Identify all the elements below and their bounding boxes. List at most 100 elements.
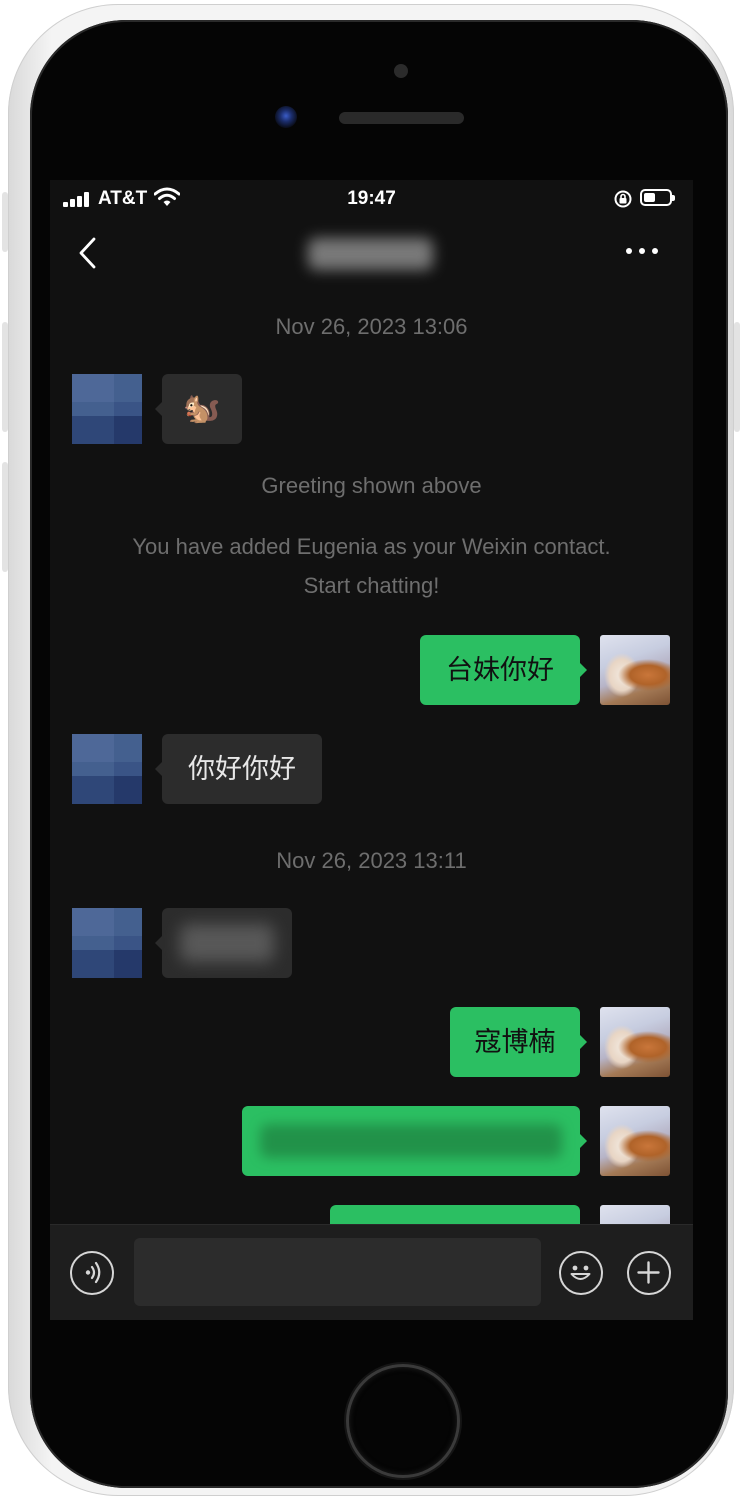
home-button[interactable] bbox=[346, 1364, 460, 1478]
avatar-pixel bbox=[100, 416, 114, 430]
avatar-pixel bbox=[128, 748, 142, 762]
avatar-pixel bbox=[114, 776, 128, 790]
avatar-pixel bbox=[128, 388, 142, 402]
redacted-content bbox=[180, 924, 274, 962]
avatar-pixel bbox=[114, 922, 128, 936]
phone-volume-down bbox=[2, 462, 8, 572]
avatar-pixel bbox=[86, 388, 100, 402]
outgoing-redacted-bubble[interactable] bbox=[242, 1106, 587, 1176]
incoming-message-bubble[interactable]: 你好你好 bbox=[155, 734, 322, 804]
proximity-sensor bbox=[394, 64, 408, 78]
avatar-pixel bbox=[114, 430, 128, 444]
avatar-pixel bbox=[86, 964, 100, 978]
avatar-pixel bbox=[86, 922, 100, 936]
greeting-note: Greeting shown above bbox=[261, 473, 482, 498]
message-timestamp: Nov 26, 2023 13:11 bbox=[276, 848, 467, 873]
avatar-pixel bbox=[128, 402, 142, 416]
contact-added-note: You have added Eugenia as your Weixin co… bbox=[132, 534, 611, 559]
start-chatting-note: Start chatting! bbox=[303, 573, 440, 598]
avatar-pixel bbox=[72, 936, 86, 950]
avatar-pixel bbox=[114, 402, 128, 416]
avatar-pixel bbox=[72, 374, 86, 388]
avatar-pixel bbox=[86, 790, 100, 804]
avatar-pixel bbox=[100, 430, 114, 444]
avatar-pixel bbox=[100, 734, 114, 748]
avatar-pixel bbox=[86, 734, 100, 748]
chevron-left-icon[interactable] bbox=[74, 236, 104, 270]
avatar-pixel bbox=[114, 748, 128, 762]
my-avatar[interactable] bbox=[600, 1106, 670, 1176]
avatar-pixel bbox=[128, 762, 142, 776]
avatar-pixel bbox=[114, 790, 128, 804]
avatar-pixel bbox=[114, 950, 128, 964]
avatar-pixel bbox=[100, 950, 114, 964]
avatar-pixel bbox=[100, 762, 114, 776]
avatar-pixel bbox=[86, 908, 100, 922]
status-time: 19:47 bbox=[347, 188, 396, 209]
avatar-pixel bbox=[114, 936, 128, 950]
message-input[interactable] bbox=[134, 1238, 541, 1306]
avatar-pixel bbox=[128, 734, 142, 748]
contact-name-redacted bbox=[308, 238, 433, 270]
contact-avatar[interactable] bbox=[72, 908, 142, 978]
my-avatar[interactable] bbox=[600, 635, 670, 705]
avatar-pixel bbox=[72, 416, 86, 430]
phone-power-button bbox=[734, 322, 740, 432]
avatar-pixel bbox=[72, 790, 86, 804]
avatar-pixel bbox=[72, 402, 86, 416]
incoming-redacted-bubble[interactable] bbox=[155, 908, 292, 978]
orientation-lock-icon bbox=[614, 190, 632, 208]
avatar-pixel bbox=[86, 374, 100, 388]
avatar-pixel bbox=[114, 374, 128, 388]
message-list[interactable]: Nov 26, 2023 13:06 🐿️ Greeting shown abo… bbox=[50, 286, 693, 1275]
more-dots-icon[interactable] bbox=[626, 248, 660, 258]
earpiece-speaker bbox=[339, 112, 464, 124]
phone-screen: AT&T 19:47 Nov 26, 2023 13:06 🐿️ Greetin… bbox=[50, 180, 693, 1320]
plus-icon[interactable] bbox=[627, 1251, 671, 1295]
avatar-pixel bbox=[72, 776, 86, 790]
avatar-pixel bbox=[114, 964, 128, 978]
avatar-pixel bbox=[128, 964, 142, 978]
battery-icon bbox=[640, 189, 675, 206]
avatar-pixel bbox=[100, 374, 114, 388]
avatar-pixel bbox=[72, 734, 86, 748]
avatar-pixel bbox=[114, 416, 128, 430]
avatar-pixel bbox=[100, 908, 114, 922]
avatar-pixel bbox=[86, 762, 100, 776]
avatar-pixel bbox=[128, 416, 142, 430]
avatar-pixel bbox=[128, 790, 142, 804]
avatar-pixel bbox=[128, 374, 142, 388]
avatar-pixel bbox=[86, 430, 100, 444]
avatar-pixel bbox=[128, 776, 142, 790]
avatar-pixel bbox=[100, 922, 114, 936]
front-camera bbox=[275, 106, 297, 128]
outgoing-message-bubble[interactable]: 台妹你好 bbox=[420, 635, 587, 705]
avatar-pixel bbox=[100, 936, 114, 950]
contact-avatar[interactable] bbox=[72, 374, 142, 444]
avatar-pixel bbox=[72, 964, 86, 978]
avatar-pixel bbox=[86, 776, 100, 790]
avatar-pixel bbox=[128, 908, 142, 922]
avatar-pixel bbox=[100, 748, 114, 762]
avatar-pixel bbox=[100, 776, 114, 790]
avatar-pixel bbox=[100, 402, 114, 416]
contact-avatar[interactable] bbox=[72, 734, 142, 804]
phone-side-button bbox=[2, 192, 8, 252]
avatar-pixel bbox=[128, 430, 142, 444]
avatar-pixel bbox=[100, 964, 114, 978]
avatar-pixel bbox=[128, 922, 142, 936]
outgoing-message-bubble[interactable]: 寇博楠 bbox=[450, 1007, 587, 1077]
avatar-pixel bbox=[72, 908, 86, 922]
chat-header bbox=[50, 220, 693, 286]
avatar-pixel bbox=[72, 430, 86, 444]
my-avatar[interactable] bbox=[600, 1007, 670, 1077]
incoming-sticker-bubble[interactable]: 🐿️ bbox=[155, 374, 242, 444]
avatar-pixel bbox=[72, 388, 86, 402]
emoji-icon[interactable] bbox=[559, 1251, 603, 1295]
avatar-pixel bbox=[72, 950, 86, 964]
voice-icon[interactable] bbox=[70, 1251, 114, 1295]
avatar-pixel bbox=[128, 950, 142, 964]
avatar-pixel bbox=[114, 388, 128, 402]
avatar-pixel bbox=[72, 922, 86, 936]
avatar-pixel bbox=[86, 936, 100, 950]
